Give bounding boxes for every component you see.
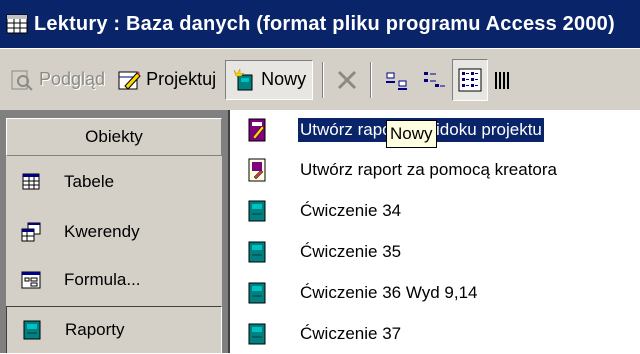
delete-icon (338, 70, 357, 89)
report-icon (248, 323, 266, 345)
report-icon (248, 282, 266, 304)
new-button[interactable]: Nowy (225, 59, 314, 100)
toolbar-separator (322, 61, 325, 98)
window-title: Lektury : Baza danych (format pliku prog… (34, 12, 615, 35)
database-icon (6, 14, 28, 34)
new-label: Nowy (261, 69, 307, 89)
toolbar-separator (370, 61, 373, 98)
preview-label: Podgląd (39, 69, 106, 89)
toolbar: Podgląd Projektuj Nowy (0, 48, 640, 110)
list-item-label: Ćwiczenie 37 (300, 324, 402, 343)
title-bar[interactable]: Lektury : Baza danych (format pliku prog… (0, 0, 640, 48)
design-icon (118, 70, 141, 90)
preview-icon (11, 70, 33, 91)
list-item-label: Ćwiczenie 36 Wyd 9,14 (300, 283, 478, 302)
query-icon (21, 222, 41, 242)
preview-button[interactable]: Podgląd (4, 60, 111, 100)
list-item[interactable]: Ćwiczenie 34 (232, 191, 640, 231)
report-icon (248, 241, 266, 263)
sidebar-item-reports[interactable]: Raporty (6, 306, 222, 353)
list-item[interactable]: Ćwiczenie 35 (232, 232, 640, 272)
details-view-icon (495, 71, 510, 89)
objects-sidebar: Obiekty Tabele Kwerendy Formula... Rapor… (0, 110, 230, 353)
small-icons-button[interactable] (416, 60, 452, 100)
list-item-label: Ćwiczenie 35 (300, 242, 402, 261)
sidebar-item-label: Kwerendy (64, 222, 140, 241)
large-icons-icon (386, 72, 408, 90)
objects-header[interactable]: Obiekty (6, 118, 222, 156)
list-view-button[interactable] (452, 58, 489, 101)
list-item[interactable]: Utwórz raport za pomocą kreatora (232, 150, 640, 190)
form-icon (21, 271, 41, 289)
design-button[interactable]: Projektuj (111, 60, 222, 100)
list-item[interactable]: Ćwiczenie 37 (232, 314, 640, 354)
list-item-label: Utwórz raport za pomocą kreatora (300, 160, 557, 179)
details-view-button[interactable] (488, 60, 520, 100)
objects-panel: Tabele Kwerendy Formula... Raporty (6, 156, 222, 353)
design-report-icon (248, 118, 266, 142)
list-view-icon (458, 68, 482, 91)
report-icon (248, 200, 266, 222)
sidebar-item-label: Raporty (65, 320, 125, 339)
small-icons-icon (424, 71, 446, 87)
list-item-label: Ćwiczenie 34 (300, 201, 402, 220)
report-icon (23, 320, 41, 340)
large-icons-button[interactable] (378, 60, 416, 100)
delete-button[interactable] (330, 60, 364, 100)
sidebar-item-label: Tabele (64, 172, 115, 191)
sidebar-item-tables[interactable]: Tabele (6, 158, 222, 206)
table-icon (22, 173, 40, 190)
new-button-tooltip: Nowy (386, 120, 437, 148)
design-label: Projektuj (146, 69, 217, 89)
sidebar-item-label: Formula... (64, 270, 141, 289)
list-item[interactable]: Ćwiczenie 36 Wyd 9,14 (232, 273, 640, 313)
new-object-icon (233, 67, 253, 90)
wizard-report-icon (248, 158, 266, 182)
sidebar-item-queries[interactable]: Kwerendy (6, 208, 222, 256)
sidebar-item-forms[interactable]: Formula... (6, 256, 222, 304)
